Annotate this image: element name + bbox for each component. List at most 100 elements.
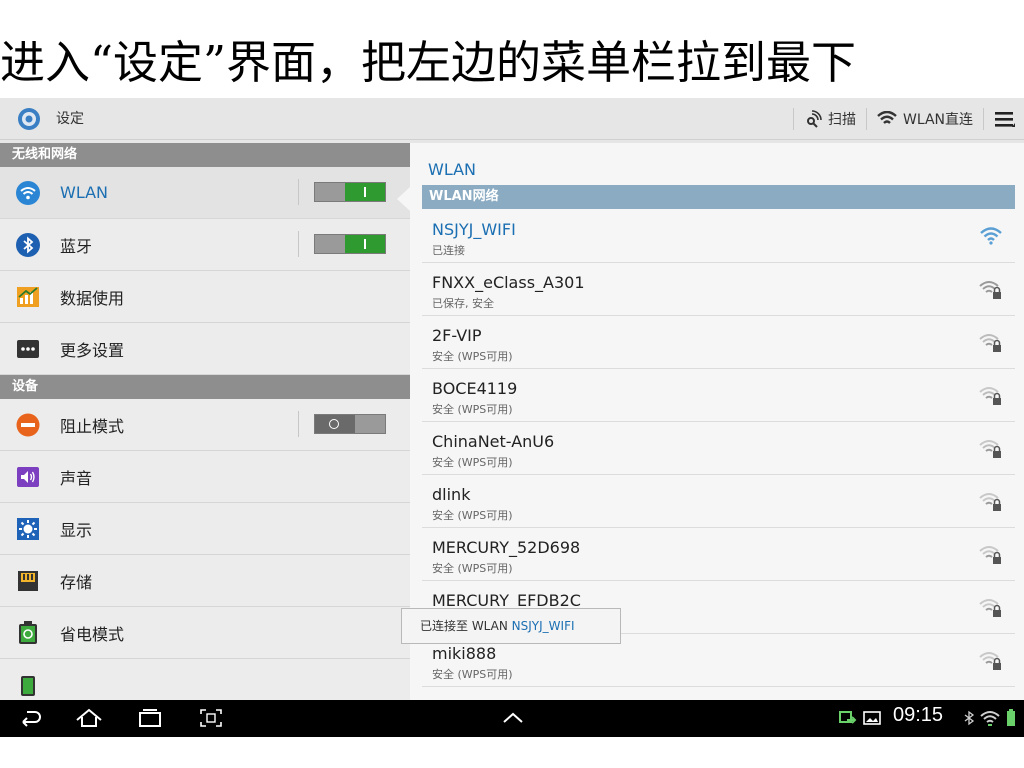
sidebar-item-wlan[interactable]: WLAN [0,167,410,219]
wifi-lock-icon [979,652,1001,670]
page-title: 设定 [56,111,84,127]
scan-button[interactable]: 扫描 [804,109,856,129]
selected-pointer [397,187,410,211]
screenshot-icon [200,709,222,727]
wifi-lock-icon [979,281,1001,299]
network-item[interactable]: FNXX_eClass_A301 已保存, 安全 [422,263,1015,316]
sidebar-item-partial[interactable] [0,659,410,700]
sidebar-item-label: 省电模式 [60,624,125,644]
toast-network-name: NSJYJ_WIFI [511,619,575,633]
network-status: 安全 (WPS可用) [432,509,513,522]
section-header-wireless: 无线和网络 [0,143,410,167]
battery-icon [16,673,40,697]
more-icon [16,337,40,361]
sidebar-item-sound[interactable]: 声音 [0,451,410,503]
blocking-mode-toggle[interactable] [314,414,386,434]
bluetooth-icon [16,232,40,257]
home-icon [76,708,102,727]
connected-toast: 已连接至 WLAN NSJYJ_WIFI [401,608,621,644]
wifi-status-icon [980,706,1000,730]
network-item[interactable]: NSJYJ_WIFI 已连接 [422,210,1015,263]
wifi-signal-icon [980,227,1002,245]
scan-icon [806,110,822,128]
network-status: 已保存, 安全 [432,297,494,310]
screenshot-button[interactable] [198,706,224,730]
divider [792,108,794,130]
battery-status-icon [1004,706,1018,730]
wlan-toggle[interactable] [314,182,386,202]
home-button[interactable] [74,706,104,730]
wifi-direct-button[interactable]: WLAN直连 [877,109,973,129]
network-name: 2F-VIP [432,326,482,345]
sidebar-item-power-saving[interactable]: 省电模式 [0,607,410,659]
sidebar-item-label: 存储 [60,572,93,592]
chevron-up-icon [503,712,523,723]
scan-label: 扫描 [827,112,856,128]
wifi-lock-icon [979,440,1001,458]
network-item[interactable]: BOCE4119 安全 (WPS可用) [422,369,1015,422]
app-drawer-handle[interactable] [500,706,526,730]
divider [298,411,299,437]
wifi-direct-icon [877,111,897,124]
bluetooth-toggle[interactable] [314,234,386,254]
settings-gear-icon [18,108,40,130]
network-item[interactable]: MERCURY_52D698 安全 (WPS可用) [422,528,1015,581]
back-button[interactable] [18,706,44,730]
network-item[interactable]: ChinaNet-AnU6 安全 (WPS可用) [422,422,1015,475]
sidebar-item-bluetooth[interactable]: 蓝牙 [0,219,410,271]
back-icon [22,711,41,727]
wifi-icon [16,180,40,205]
network-status: 安全 (WPS可用) [432,350,513,363]
block-icon [16,413,40,437]
network-name: NSJYJ_WIFI [432,220,516,239]
network-name: FNXX_eClass_A301 [432,273,585,292]
wlan-networks-header: WLAN网络 [422,185,1015,209]
sidebar-item-label: 更多设置 [60,340,125,360]
menu-icon [995,112,1015,127]
display-icon [16,517,40,541]
sidebar-item-storage[interactable]: 存储 [0,555,410,607]
network-status: 安全 (WPS可用) [432,562,513,575]
overflow-menu-button[interactable] [994,108,1016,130]
sidebar-item-blocking-mode[interactable]: 阻止模式 [0,399,410,451]
network-name: BOCE4119 [432,379,518,398]
toast-text: 已连接至 WLAN [420,619,512,633]
sidebar-item-display[interactable]: 显示 [0,503,410,555]
sidebar-item-label: 声音 [60,468,93,488]
image-notification-icon [862,706,882,730]
bluetooth-status-icon [962,706,976,730]
network-name: MERCURY_52D698 [432,538,581,557]
sidebar-item-label: WLAN [60,183,109,202]
wlan-panel-title: WLAN [428,160,477,179]
divider [298,231,299,257]
status-clock: 09:15 [893,704,944,726]
network-status: 已连接 [432,244,465,257]
sidebar-item-label: 数据使用 [60,288,125,308]
network-status: 安全 (WPS可用) [432,403,513,416]
divider [865,108,867,130]
recent-apps-button[interactable] [137,706,163,730]
usb-notification-icon [838,706,858,730]
sidebar-item-label: 蓝牙 [60,236,93,256]
power-saving-icon [16,620,40,645]
section-header-device: 设备 [0,375,410,399]
recent-apps-icon [139,709,161,727]
system-navigation-bar: 09:15 [0,700,1024,737]
sidebar-item-more-settings[interactable]: 更多设置 [0,323,410,375]
settings-menu: 无线和网络 WLAN 蓝牙 数据使用 更多设置 设备 阻止模式 声音 显示 存储… [0,143,410,700]
wifi-lock-icon [979,546,1001,564]
wifi-direct-label: WLAN直连 [902,112,973,128]
divider [298,179,299,205]
sidebar-item-label: 阻止模式 [60,416,125,436]
sidebar-item-data-usage[interactable]: 数据使用 [0,271,410,323]
network-name: miki888 [432,644,497,663]
network-item[interactable]: 2F-VIP 安全 (WPS可用) [422,316,1015,369]
network-item[interactable]: dlink 安全 (WPS可用) [422,475,1015,528]
network-status: 安全 (WPS可用) [432,456,513,469]
slide-caption: 进入“设定”界面，把左边的菜单栏拉到最下 [0,36,857,89]
data-usage-icon [16,285,40,309]
network-name: ChinaNet-AnU6 [432,432,555,451]
action-bar: 设定 扫描 WLAN直连 [0,98,1024,140]
sound-icon [16,465,40,489]
wifi-lock-icon [979,493,1001,511]
